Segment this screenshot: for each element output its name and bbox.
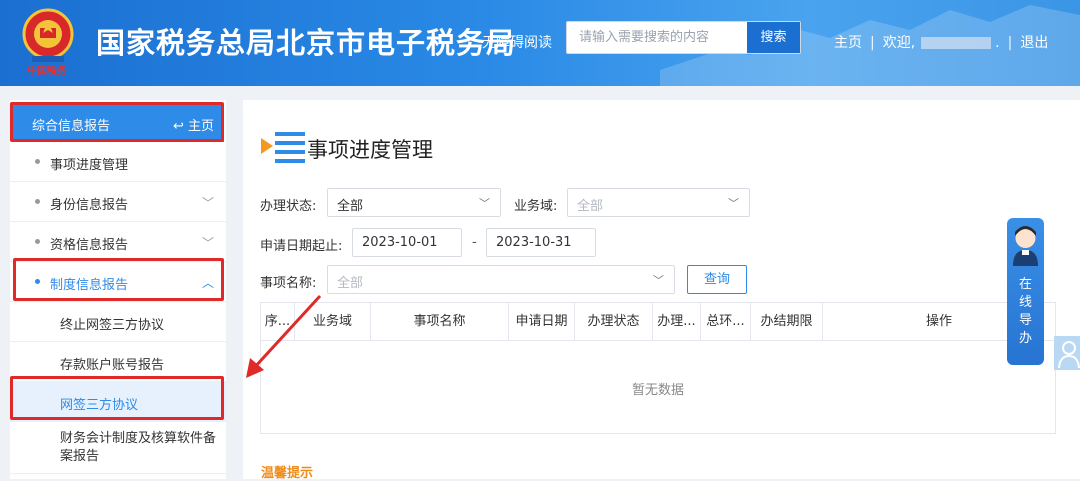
item-name-label: 事项名称:: [260, 276, 317, 291]
domain-select[interactable]: 全部 ﹀: [567, 188, 750, 217]
search-input[interactable]: [567, 22, 747, 53]
welcome-tail: .: [995, 35, 1000, 51]
top-header: 中国税务 国家税务总局北京市电子税务局 无障碍阅读 搜索 主页 | 欢迎,. | 退出: [0, 0, 1080, 86]
date-to-input[interactable]: 2023-10-31: [486, 228, 596, 257]
domain-label: 业务域:: [514, 199, 558, 214]
agent-avatar-icon: [1013, 226, 1038, 266]
site-title: 国家税务总局北京市电子税务局: [96, 26, 517, 60]
accessibility-person-icon[interactable]: [1054, 336, 1080, 370]
bullet-icon: [35, 159, 40, 164]
sidebar-header[interactable]: 综合信息报告 ↩ 主页: [12, 104, 224, 142]
results-table: 序... 业务域 事项名称 申请日期 办理状态 办理... 总环... 办结期限…: [260, 302, 1056, 434]
guide-char: 线: [1018, 295, 1032, 310]
accessibility-reading-link[interactable]: 无障碍阅读: [482, 32, 552, 52]
empty-state-text: 暂无数据: [631, 383, 684, 398]
emblem-caption: 中国税务: [27, 66, 67, 77]
sidebar-item-progress[interactable]: 事项进度管理: [10, 142, 226, 182]
status-label: 办理状态:: [260, 199, 317, 214]
sidebar-subitem-terminate-agreement[interactable]: 终止网签三方协议: [10, 302, 226, 342]
column-header[interactable]: 办理...: [653, 303, 701, 341]
sidebar-home-label: 主页: [187, 119, 214, 134]
sidebar: 综合信息报告 ↩ 主页 事项进度管理 身份信息报告 ﹀ 资格信息报告 ﹀ 制度信…: [10, 100, 226, 479]
top-nav: 主页 | 欢迎,. | 退出: [834, 32, 1048, 52]
username-redacted: [921, 37, 992, 49]
chevron-up-icon: ︿: [201, 276, 214, 290]
guide-char: 办: [1018, 331, 1032, 346]
item-name-select[interactable]: 全部 ﹀: [327, 265, 675, 294]
sidebar-item-identity[interactable]: 身份信息报告 ﹀: [10, 182, 226, 222]
person-icon: [1058, 341, 1080, 369]
date-range-label: 申请日期起止:: [260, 239, 343, 254]
logout-link[interactable]: 退出: [1020, 32, 1048, 52]
sidebar-subitem-deposit-account[interactable]: 存款账户账号报告: [10, 342, 226, 382]
chevron-down-icon: ﹀: [201, 236, 214, 250]
online-guide-widget[interactable]: 在 线 导 办: [1007, 218, 1044, 365]
sidebar-home-link[interactable]: ↩ 主页: [173, 115, 214, 134]
sidebar-subitem-label: 网签三方协议: [60, 398, 139, 413]
sidebar-header-label: 综合信息报告: [32, 119, 111, 134]
bullet-icon: [35, 239, 40, 244]
chevron-down-icon: ﹀: [201, 196, 214, 210]
nav-separator: |: [870, 35, 875, 51]
sidebar-subitem-label: 终止网签三方协议: [60, 318, 165, 333]
item-name-placeholder: 全部: [337, 276, 364, 291]
sidebar-item-label: 身份信息报告: [50, 198, 129, 213]
table-header: 序... 业务域 事项名称 申请日期 办理状态 办理... 总环... 办结期限…: [261, 303, 1055, 341]
welcome-text: 欢迎,: [882, 35, 916, 51]
column-header[interactable]: 申请日期: [509, 303, 575, 341]
sidebar-subitem-online-agreement[interactable]: 网签三方协议: [10, 382, 226, 422]
column-header[interactable]: 业务域: [295, 303, 371, 341]
guide-char: 导: [1018, 313, 1032, 328]
status-select-value: 全部: [337, 199, 364, 214]
sidebar-item-system[interactable]: 制度信息报告 ︿: [10, 262, 226, 302]
column-header[interactable]: 办结期限: [751, 303, 823, 341]
list-title-icon: [261, 132, 305, 163]
bullet-icon: [35, 279, 40, 284]
sidebar-item-label: 资格信息报告: [50, 238, 129, 253]
column-header[interactable]: 办理状态: [575, 303, 653, 341]
sidebar-item-label: 制度信息报告: [50, 278, 129, 293]
chevron-down-icon: ﹀: [728, 197, 739, 210]
back-arrow-icon: ↩: [172, 119, 188, 134]
query-button[interactable]: 查询: [687, 265, 747, 294]
column-header[interactable]: 总环...: [701, 303, 751, 341]
chevron-down-icon: ﹀: [653, 274, 664, 287]
column-header[interactable]: 事项名称: [371, 303, 509, 341]
column-header[interactable]: 序...: [261, 303, 295, 341]
page-title: 事项进度管理: [307, 138, 433, 162]
sidebar-item-qualification[interactable]: 资格信息报告 ﹀: [10, 222, 226, 262]
nav-separator: |: [1007, 35, 1013, 51]
sidebar-item-label: 事项进度管理: [50, 158, 129, 173]
status-select[interactable]: 全部 ﹀: [327, 188, 501, 217]
sidebar-subitem-accounting-filing[interactable]: 财务会计制度及核算软件备案报告: [10, 422, 226, 474]
sidebar-subitem-label: 存款账户账号报告: [60, 358, 165, 373]
main-panel: 事项进度管理 办理状态: 全部 ﹀ 业务域: 全部 ﹀ 申请日期起止: 2023…: [243, 100, 1080, 481]
search-button[interactable]: 搜索: [747, 22, 800, 53]
bullet-icon: [35, 199, 40, 204]
date-from-input[interactable]: 2023-10-01: [352, 228, 462, 257]
tip-heading: 温馨提示: [261, 466, 314, 481]
guide-char: 在: [1018, 277, 1032, 292]
chevron-down-icon: ﹀: [479, 197, 490, 210]
search-box: 搜索: [566, 21, 801, 54]
date-separator: -: [472, 235, 477, 250]
online-guide-label: 在 线 导 办: [1007, 276, 1044, 348]
nav-home-link[interactable]: 主页: [834, 32, 862, 52]
sidebar-subitem-label: 财务会计制度及核算软件备案报告: [60, 431, 217, 464]
domain-select-placeholder: 全部: [577, 199, 604, 214]
